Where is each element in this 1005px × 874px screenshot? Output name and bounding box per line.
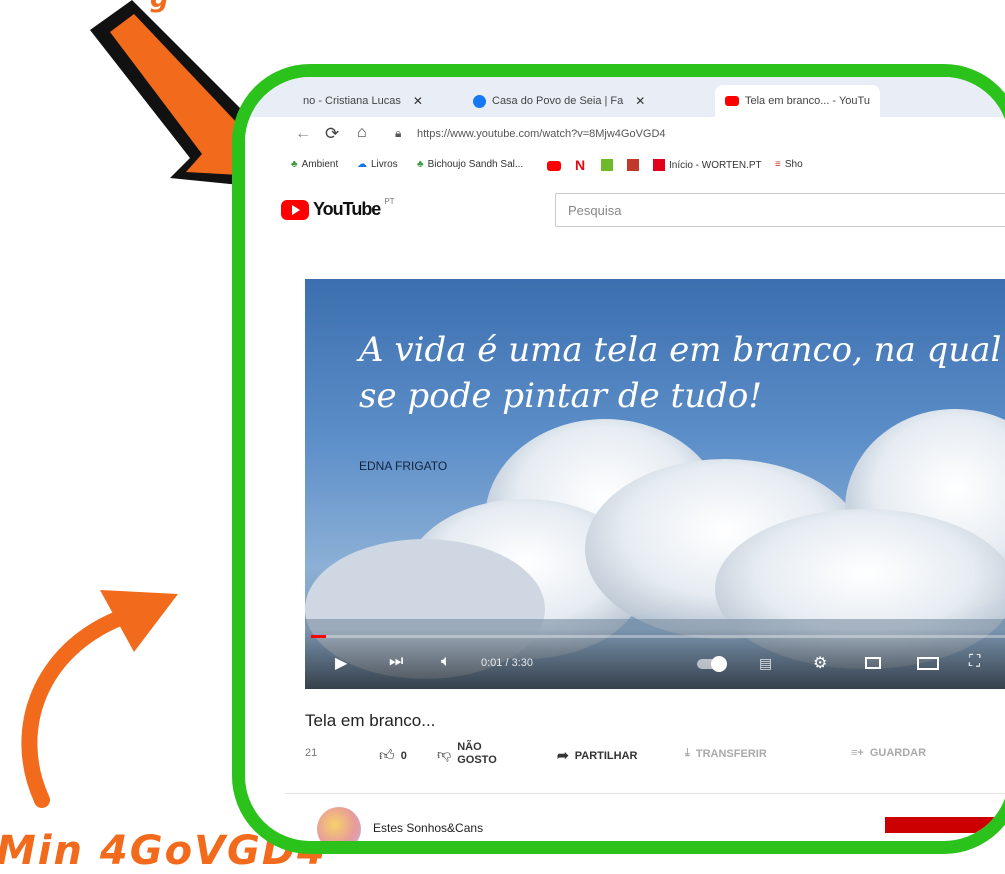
video-title: Tela em branco...: [305, 711, 436, 730]
save-playlist-icon: ≡+: [851, 747, 864, 759]
volume-icon[interactable]: 🔈︎: [441, 653, 451, 671]
fullscreen-icon[interactable]: ⛶: [969, 653, 980, 671]
save-button[interactable]: ≡+ GUARDAR: [851, 747, 926, 759]
tab-label: Casa do Povo de Seia | Fa: [492, 95, 624, 107]
bookmark-green-icon[interactable]: [601, 159, 613, 171]
bookmark-label: Sho: [784, 159, 803, 170]
worten-icon: [653, 159, 665, 171]
dislike-label: NÃO GOSTO: [457, 741, 497, 766]
netflix-bookmark-icon[interactable]: N: [575, 157, 585, 173]
bookmark-leaf-icon: ♣: [291, 159, 298, 170]
tab-label: Tela em branco... - YouTu: [745, 95, 870, 107]
lock-icon: 🔒︎: [395, 126, 402, 140]
bookmark-item[interactable]: ≡ Sho: [775, 159, 803, 170]
back-icon[interactable]: ←: [295, 125, 311, 143]
video-author: EDNA FRIGATO: [359, 459, 448, 473]
theater-icon[interactable]: [917, 657, 939, 670]
search-input[interactable]: Pesquisa: [555, 193, 1005, 227]
progress-track[interactable]: [311, 635, 1005, 638]
bookmark-item[interactable]: ♣ Bichoujo Sandh Sal...: [417, 159, 523, 170]
bookmark-label: Início - WORTEN.PT: [669, 159, 762, 171]
bookmark-label: Livros: [371, 159, 398, 170]
views-count: 21: [305, 747, 318, 759]
divider: [285, 793, 1005, 794]
curved-arrow: [21, 590, 178, 808]
tab-label: no - Cristiana Lucas: [303, 95, 401, 107]
facebook-icon: [473, 94, 486, 108]
bookmark-sheets-icon: ≡: [775, 159, 781, 170]
share-icon: ➦: [557, 747, 569, 763]
subtitles-icon[interactable]: ▤: [759, 655, 772, 672]
channel-name[interactable]: Estes Sonhos&Cans: [373, 821, 483, 835]
bookmark-label: Bichoujo Sandh Sal...: [427, 159, 524, 170]
tab-2[interactable]: Casa do Povo de Seia | Fa ✕: [473, 85, 645, 117]
tab-1[interactable]: no - Cristiana Lucas ✕: [303, 85, 423, 117]
settings-icon[interactable]: ⚙: [813, 653, 827, 673]
miniplayer-icon[interactable]: [865, 657, 881, 669]
bookmark-item[interactable]: Início - WORTEN.PT: [653, 159, 762, 171]
like-button[interactable]: 👍︎ 0: [379, 747, 407, 765]
reload-icon[interactable]: ⟳: [325, 124, 339, 144]
bookmark-red-icon[interactable]: [627, 159, 639, 171]
taskbar-edge-icon[interactable]: [891, 843, 911, 854]
play-icon[interactable]: ▶: [335, 653, 347, 673]
taskbar-windows-icon[interactable]: [697, 841, 717, 854]
download-icon: ⤓: [685, 747, 690, 759]
video-quote: A vida é uma tela em branco, na qual se …: [359, 330, 1002, 416]
thumbs-down-icon: 👎︎: [437, 745, 452, 762]
share-button[interactable]: ➦ PARTILHAR: [557, 747, 637, 764]
thumbs-up-icon: 👍︎: [379, 747, 395, 764]
video-controls: ▶ ⏭ 🔈︎ 0:01 / 3:30 ▤ ⚙ ⛶: [305, 629, 1005, 689]
taskbar-search-icon[interactable]: ⚲: [733, 839, 746, 841]
download-button[interactable]: ⤓ TRANSFERIR: [685, 747, 767, 760]
progress-fill: [311, 635, 326, 638]
screenshot-frame: no - Cristiana Lucas ✕ Casa do Povo de S…: [232, 64, 1005, 854]
close-icon[interactable]: ✕: [413, 94, 423, 108]
bookmark-label: Ambient: [301, 159, 339, 170]
dislike-button[interactable]: 👎︎ NÃO GOSTO: [437, 741, 497, 767]
time-display: 0:01 / 3:30: [481, 657, 533, 669]
address-bar-row: ← ⟳ ⌂ 🔒︎ https://www.youtube.com/watch?v…: [245, 117, 1005, 153]
youtube-logo[interactable]: YouTube PT: [281, 197, 395, 220]
youtube-logo-text: YouTube: [313, 199, 381, 219]
curved-arrow-shaft: [21, 610, 128, 808]
next-icon[interactable]: ⏭: [389, 653, 403, 671]
browser-window: no - Cristiana Lucas ✕ Casa do Povo de S…: [245, 77, 1005, 854]
youtube-icon: [725, 96, 739, 106]
youtube-play-icon: [281, 199, 309, 220]
share-label: PARTILHAR: [574, 749, 638, 762]
download-label: TRANSFERIR: [695, 747, 767, 760]
video-player[interactable]: A vida é uma tela em branco, na qual se …: [305, 279, 1005, 689]
tab-bar: no - Cristiana Lucas ✕ Casa do Povo de S…: [245, 77, 1005, 117]
url-input[interactable]: https://www.youtube.com/watch?v=8Mjw4GoV…: [417, 128, 666, 140]
youtube-bookmark-icon[interactable]: [547, 161, 561, 171]
cloud-icon: ☁: [357, 159, 367, 170]
bookmark-leaf-icon: ♣: [417, 159, 424, 170]
taskbar-app-icon[interactable]: [841, 843, 861, 854]
autoplay-toggle[interactable]: [697, 656, 727, 672]
tab-3-active[interactable]: Tela em branco... - YouTu: [715, 85, 880, 117]
close-icon[interactable]: ✕: [635, 94, 645, 108]
bookmarks-bar: ♣ Ambient ☁ Livros ♣ Bichoujo Sandh Sal.…: [245, 153, 1005, 182]
bookmark-item[interactable]: ♣ Ambient: [291, 159, 338, 170]
avatar[interactable]: [317, 807, 361, 841]
like-count: 0: [400, 750, 407, 762]
save-label: GUARDAR: [869, 747, 927, 759]
region-code: PT: [384, 197, 395, 206]
home-icon[interactable]: ⌂: [357, 124, 367, 142]
bookmark-item[interactable]: ☁ Livros: [357, 159, 398, 170]
subscribe-button[interactable]: [885, 817, 1005, 833]
youtube-header: YouTube PT Pesquisa: [245, 181, 1005, 237]
